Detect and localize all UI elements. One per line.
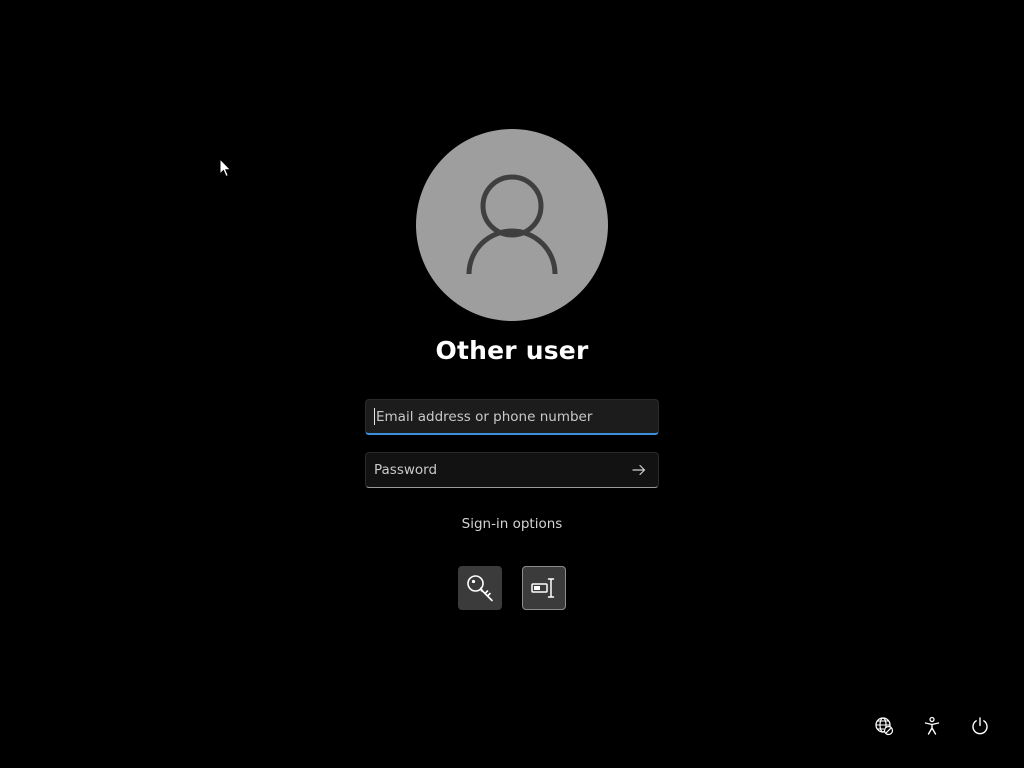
submit-button[interactable] (628, 459, 650, 481)
power-icon (972, 717, 988, 735)
avatar (416, 129, 608, 321)
security-key-option-button[interactable] (522, 566, 566, 610)
security-key-icon (531, 578, 555, 598)
email-placeholder: Email address or phone number (376, 408, 593, 425)
network-button[interactable] (872, 714, 896, 738)
user-name: Other user (435, 336, 589, 365)
accessibility-button[interactable] (920, 714, 944, 738)
text-caret (374, 408, 375, 425)
accessibility-icon (924, 716, 940, 735)
network-icon (875, 717, 894, 736)
password-placeholder: Password (374, 462, 438, 478)
email-field[interactable]: Email address or phone number (365, 399, 659, 435)
power-button[interactable] (968, 714, 992, 738)
mouse-cursor-icon (219, 158, 232, 178)
person-icon (466, 174, 558, 275)
sign-in-options-link[interactable]: Sign-in options (412, 516, 612, 532)
lock-screen: Other user Email address or phone number… (0, 0, 1024, 768)
arrow-right-icon (632, 464, 646, 476)
key-icon (467, 575, 493, 602)
password-option-button[interactable] (458, 566, 502, 610)
password-field[interactable]: Password (365, 452, 659, 488)
